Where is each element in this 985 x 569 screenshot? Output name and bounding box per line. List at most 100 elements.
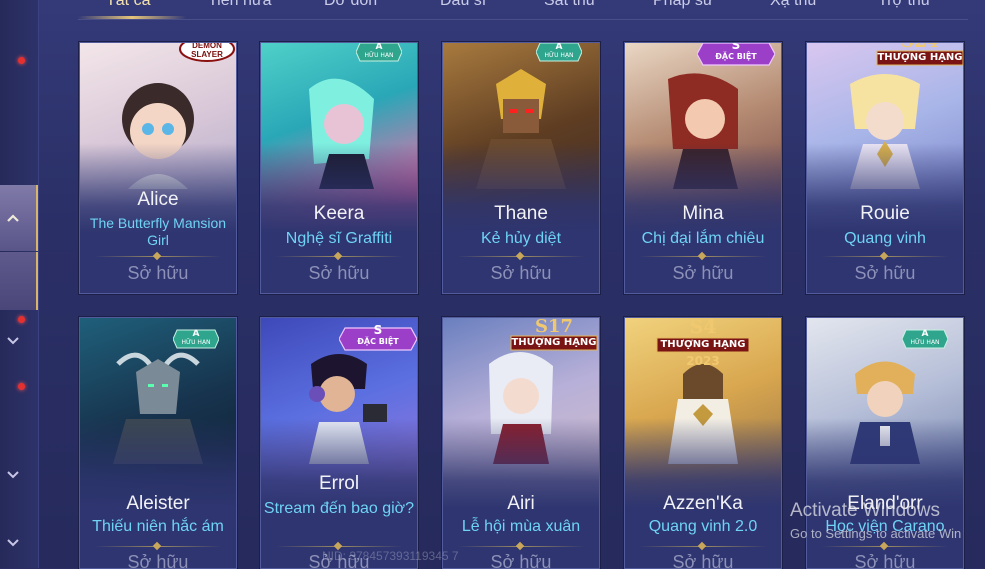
activate-windows-subtitle: Go to Settings to activate Win: [790, 526, 962, 541]
skin-name: Kẻ hủy diệt: [480, 230, 562, 247]
notification-dot: [18, 383, 25, 390]
rank-text: THƯỢNG HẠNG: [660, 339, 746, 350]
badge-tier: A: [555, 42, 563, 52]
card-divider: [94, 546, 222, 547]
skin-card-rouie[interactable]: S24 THƯỢNG HẠNG Rouie Quang vinh Sở hữu: [806, 42, 964, 294]
hero-portrait: [668, 73, 738, 189]
skin-name: Nghệ sĩ Graffiti: [285, 230, 393, 247]
tab-all[interactable]: Tất cả: [106, 0, 150, 10]
owned-label: Sở hữu: [854, 263, 916, 283]
hero-name: Mina: [682, 203, 724, 224]
tab-assassin[interactable]: Sát thủ: [544, 0, 595, 10]
badge-tier: S: [731, 42, 741, 52]
badge-text: ĐẶC BIỆT: [715, 52, 757, 61]
hero-name: Alice: [137, 189, 179, 210]
skin-name: Quang vinh 2.0: [648, 518, 758, 535]
badge-text: HỮU HẠN: [544, 52, 574, 59]
badge-text: ĐẶC BIỆT: [357, 337, 399, 346]
tab-fighter[interactable]: Tiên nửa: [208, 0, 271, 10]
sidebar-panel[interactable]: [0, 252, 38, 310]
hero-name: Airi: [507, 493, 535, 514]
tab-support[interactable]: Trợ thủ: [878, 0, 930, 10]
owned-label: Sở hữu: [490, 552, 552, 569]
hero-name: Azzen'Ka: [663, 493, 743, 514]
chevron-up-icon: [7, 214, 19, 222]
hero-portrait: [476, 69, 566, 189]
card-divider: [275, 256, 403, 257]
card-divider: [457, 256, 585, 257]
left-sidebar: [0, 0, 39, 568]
badge-tier: A: [921, 329, 929, 339]
card-divider: [94, 256, 222, 257]
skin-name: Lễ hội mùa xuân: [461, 518, 581, 535]
card-divider: [275, 546, 403, 547]
owned-label: Sở hữu: [672, 263, 734, 283]
skin-card-thane[interactable]: A HỮU HẠN Thane Kẻ hủy diệt Sở hữu: [442, 42, 600, 294]
chevron-down-icon[interactable]: [6, 468, 20, 482]
hero-portrait: [850, 361, 920, 464]
notification-dot: [18, 316, 25, 323]
rank-season: S24: [875, 43, 963, 52]
hero-portrait: [309, 354, 387, 464]
tab-tank[interactable]: Đỡ đòn: [324, 0, 377, 10]
owned-label: Sở hữu: [308, 263, 370, 283]
rank-season: S4: [689, 317, 717, 338]
card-divider: [821, 546, 949, 547]
owned-label: Sở hữu: [127, 263, 189, 283]
rank-badge: S4 THƯỢNG HẠNG 2023: [653, 318, 753, 370]
collab-badge: DEMON SLAYER: [178, 42, 236, 63]
hero-portrait: [309, 78, 374, 189]
owned-label: Sở hữu: [490, 263, 552, 283]
hero-name: Errol: [318, 473, 360, 494]
chevron-down-icon[interactable]: [6, 536, 20, 550]
badge-tier: A: [375, 42, 383, 52]
skin-card-mina[interactable]: S ĐẶC BIỆT Mina Chị đại lắm chiêu Sở hữu: [624, 42, 782, 294]
tab-marksman[interactable]: Xạ thủ: [770, 0, 816, 10]
rank-season: S17: [534, 317, 574, 337]
rank-text: THƯỢNG HẠNG: [877, 52, 963, 63]
hero-portrait: [113, 352, 203, 464]
collab-badge-text: DEMON SLAYER: [191, 42, 223, 59]
skin-name: Quang vinh: [844, 230, 926, 247]
rank-badge: S17 THƯỢNG HẠNG: [509, 318, 599, 352]
owned-label: Sở hữu: [672, 552, 734, 569]
badge-text: HỮU HẠN: [910, 339, 940, 346]
hero-portrait: [850, 74, 920, 189]
skin-name: The Butterfly Mansion Girl: [89, 215, 227, 248]
rank-badge: S24 THƯỢNG HẠNG: [875, 43, 963, 69]
hero-name: Thane: [494, 203, 548, 224]
badge-text: HỮU HẠN: [364, 52, 394, 59]
activate-windows-title: Activate Windows: [790, 500, 940, 521]
hero-portrait: [122, 83, 194, 189]
badge-text: HỮU HẠN: [181, 339, 211, 346]
skin-name: Thiếu niên hắc ám: [92, 518, 224, 535]
role-tabs: Tất cả Tiên nửa Đỡ đòn Đấu sĩ Sát thủ Ph…: [60, 0, 965, 20]
skin-card-azzenka[interactable]: S4 THƯỢNG HẠNG 2023 Azzen'Ka Quang vinh …: [624, 317, 782, 569]
skin-card-errol[interactable]: S ĐẶC BIỆT Errol Stream đến bao giờ? Sở …: [260, 317, 418, 569]
skin-card-alice[interactable]: DEMON SLAYER Alice The Butterfly Mansion…: [79, 42, 237, 294]
skin-card-keera[interactable]: A HỮU HẠN Keera Nghệ sĩ Graffiti Sở hữu: [260, 42, 418, 294]
badge-tier: A: [192, 329, 200, 339]
hero-name: Aleister: [126, 493, 190, 514]
skin-card-aleister[interactable]: A HỮU HẠN Aleister Thiếu niên hắc ám Sở …: [79, 317, 237, 569]
hero-portrait: [489, 351, 553, 464]
scroll-up-button[interactable]: [0, 185, 38, 251]
owned-label: Sở hữu: [854, 552, 916, 569]
card-divider: [639, 256, 767, 257]
card-divider: [821, 256, 949, 257]
tab-warrior[interactable]: Đấu sĩ: [440, 0, 486, 10]
chevron-down-icon[interactable]: [6, 334, 20, 348]
badge-tier: S: [373, 323, 383, 337]
rank-year: 2023: [686, 354, 720, 368]
skin-name: Stream đến bao giờ?: [263, 500, 415, 517]
hero-name: Keera: [313, 203, 365, 224]
card-divider: [457, 546, 585, 547]
rank-text: THƯỢNG HẠNG: [511, 337, 597, 348]
hero-name: Rouie: [860, 203, 910, 224]
notification-dot: [18, 57, 25, 64]
tab-mage[interactable]: Pháp sư: [653, 0, 714, 10]
skin-name: Chị đại lắm chiêu: [641, 230, 765, 247]
skin-card-airi[interactable]: S17 THƯỢNG HẠNG Airi Lễ hội mùa xuân Sở …: [442, 317, 600, 569]
card-divider: [639, 546, 767, 547]
player-id-watermark: NID: 378457393119345 7: [322, 549, 459, 563]
